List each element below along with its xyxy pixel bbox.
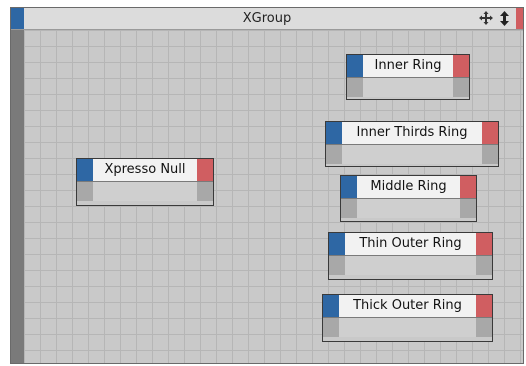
node-body xyxy=(329,256,492,275)
input-port[interactable] xyxy=(341,176,357,198)
node-header[interactable]: Inner Ring xyxy=(347,55,469,78)
window-title: XGroup xyxy=(242,11,292,26)
title-bar[interactable]: XGroup xyxy=(11,8,523,30)
node-label: Middle Ring xyxy=(370,179,447,194)
node-thick-outer-ring[interactable]: Thick Outer Ring xyxy=(322,294,493,342)
node-inner-ring[interactable]: Inner Ring xyxy=(346,54,470,100)
node-header[interactable]: Xpresso Null xyxy=(77,159,213,182)
input-port-slot[interactable] xyxy=(329,256,345,275)
xgroup-window: XGroup Inner Ring Inner Thirds Ring Xpre… xyxy=(10,7,524,364)
node-label: Xpresso Null xyxy=(104,162,186,177)
node-label: Thick Outer Ring xyxy=(353,298,462,313)
input-port[interactable] xyxy=(77,159,93,181)
node-body xyxy=(326,145,498,164)
input-port-slot[interactable] xyxy=(77,182,93,201)
output-port-slot[interactable] xyxy=(460,199,476,218)
node-body xyxy=(341,199,476,218)
output-port-slot[interactable] xyxy=(482,145,498,164)
expand-icon[interactable] xyxy=(498,11,511,26)
output-port[interactable] xyxy=(460,176,476,198)
output-port-slot[interactable] xyxy=(197,182,213,201)
output-port[interactable] xyxy=(197,159,213,181)
node-header[interactable]: Middle Ring xyxy=(341,176,476,199)
node-canvas[interactable]: Inner Ring Inner Thirds Ring Xpresso Nul… xyxy=(24,30,523,363)
input-port-slot[interactable] xyxy=(341,199,357,218)
input-port-slot[interactable] xyxy=(347,78,363,97)
move-icon[interactable] xyxy=(479,11,493,25)
group-output-port[interactable] xyxy=(516,8,523,29)
node-inner-thirds-ring[interactable]: Inner Thirds Ring xyxy=(325,121,499,167)
node-label: Thin Outer Ring xyxy=(359,236,462,251)
output-port[interactable] xyxy=(476,233,492,255)
node-header[interactable]: Thin Outer Ring xyxy=(329,233,492,256)
node-body xyxy=(347,78,469,97)
output-port-slot[interactable] xyxy=(476,256,492,275)
input-port[interactable] xyxy=(347,55,363,77)
output-port-slot[interactable] xyxy=(453,78,469,97)
group-input-rail xyxy=(11,30,24,363)
output-port-slot[interactable] xyxy=(476,318,492,337)
node-body xyxy=(323,318,492,337)
node-label: Inner Thirds Ring xyxy=(356,125,468,140)
input-port[interactable] xyxy=(329,233,345,255)
node-xpresso-null[interactable]: Xpresso Null xyxy=(76,158,214,206)
node-header[interactable]: Inner Thirds Ring xyxy=(326,122,498,145)
input-port[interactable] xyxy=(326,122,342,144)
node-middle-ring[interactable]: Middle Ring xyxy=(340,175,477,222)
output-port[interactable] xyxy=(482,122,498,144)
node-header[interactable]: Thick Outer Ring xyxy=(323,295,492,318)
node-thin-outer-ring[interactable]: Thin Outer Ring xyxy=(328,232,493,280)
output-port[interactable] xyxy=(476,295,492,317)
input-port-slot[interactable] xyxy=(323,318,339,337)
input-port-slot[interactable] xyxy=(326,145,342,164)
output-port[interactable] xyxy=(453,55,469,77)
node-label: Inner Ring xyxy=(374,58,442,73)
node-body xyxy=(77,182,213,201)
input-port[interactable] xyxy=(323,295,339,317)
